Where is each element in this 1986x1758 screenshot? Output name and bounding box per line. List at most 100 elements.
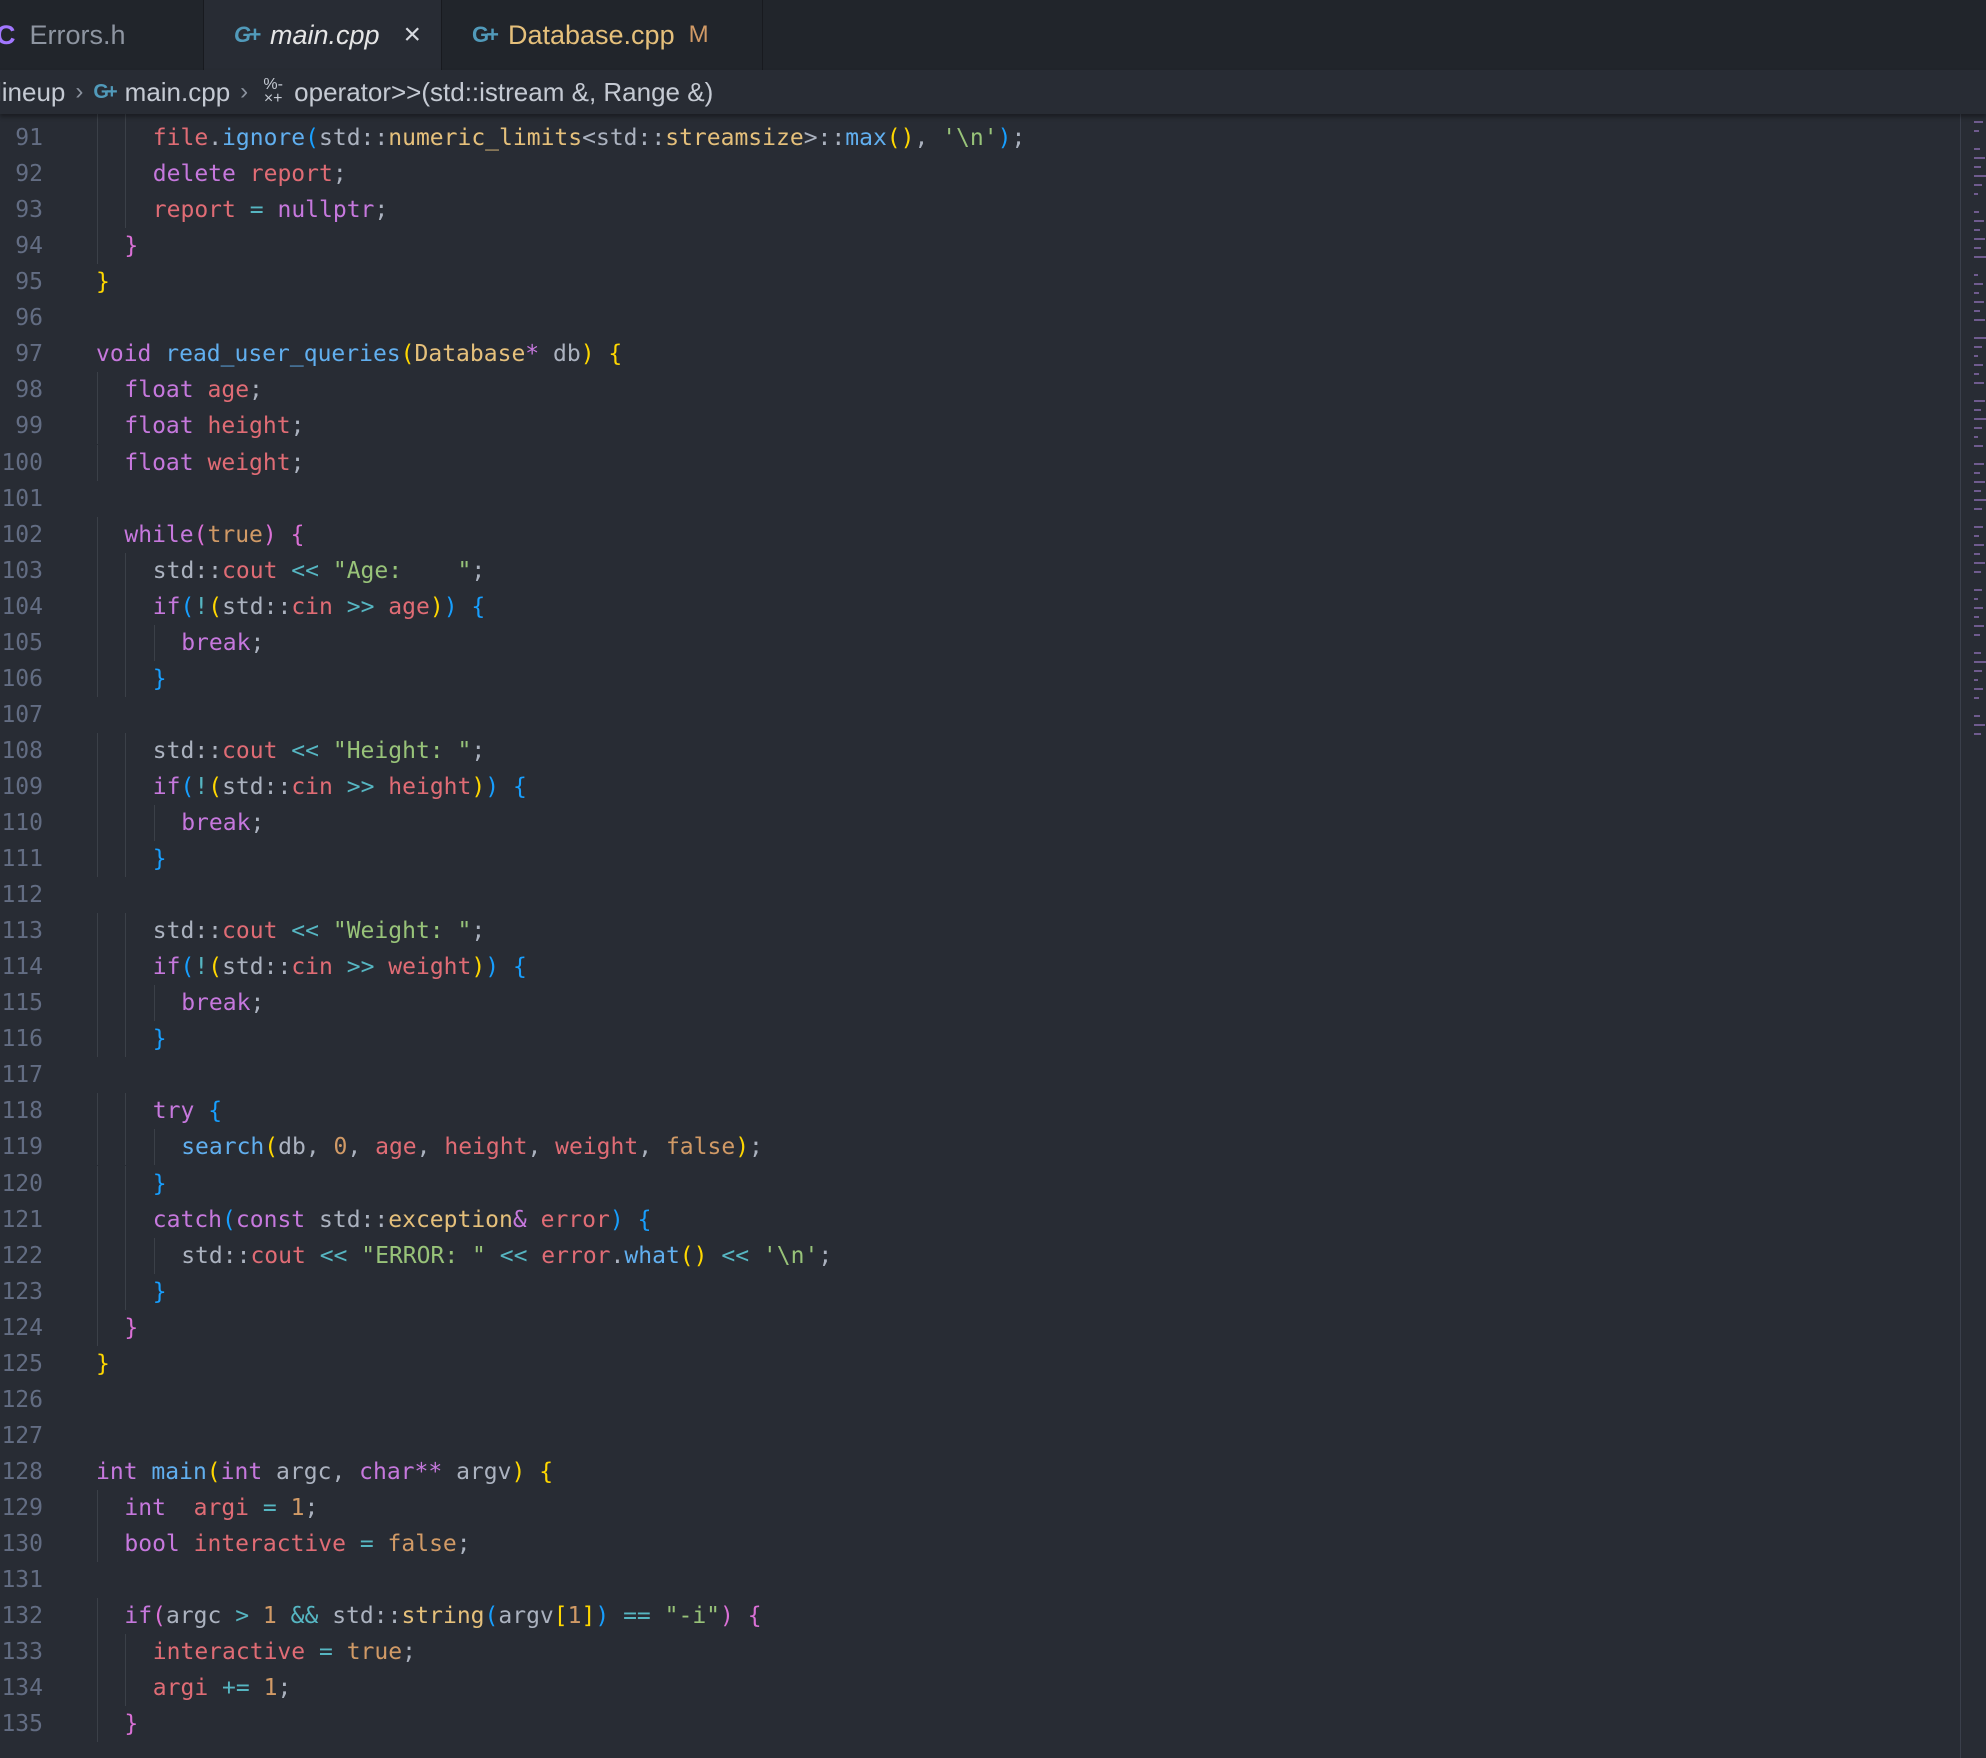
line-number[interactable]: 120 <box>1 1166 43 1202</box>
line-number[interactable]: 115 <box>1 985 43 1021</box>
code-line[interactable]: 120} <box>0 1165 1960 1202</box>
code-line[interactable]: 117 <box>0 1057 1960 1093</box>
code-line[interactable]: 113 std::cout << "Weight: "; <box>0 913 1960 950</box>
code-line[interactable]: 123} <box>0 1273 1960 1310</box>
code-line[interactable]: 114 if(!(std::cin >> weight)) { <box>0 949 1960 986</box>
code-line[interactable]: 100 float weight; <box>0 444 1960 481</box>
line-number[interactable]: 133 <box>1 1634 43 1670</box>
tab-main-cpp[interactable]: G+ main.cpp × <box>204 0 442 70</box>
code-line[interactable]: 92 delete report; <box>0 156 1960 193</box>
line-number[interactable]: 92 <box>15 156 43 192</box>
line-number[interactable]: 121 <box>1 1202 43 1238</box>
code-line[interactable]: 134 argi += 1; <box>0 1670 1960 1707</box>
code-line[interactable]: 109 if(!(std::cin >> height)) { <box>0 768 1960 805</box>
minimap[interactable] <box>1972 112 1986 742</box>
line-number[interactable]: 111 <box>1 841 43 877</box>
line-number[interactable]: 98 <box>15 372 43 408</box>
code-line[interactable]: 133 interactive = true; <box>0 1634 1960 1671</box>
code-editor[interactable]: 90// Clean up anything that was left beh… <box>0 110 1976 1758</box>
line-number[interactable]: 130 <box>1 1526 43 1562</box>
line-number[interactable]: 113 <box>1 913 43 949</box>
code-line[interactable]: 127 <box>0 1418 1960 1454</box>
line-number[interactable]: 134 <box>1 1670 43 1706</box>
line-number[interactable]: 122 <box>1 1238 43 1274</box>
code-line[interactable]: 93 report = nullptr; <box>0 192 1960 229</box>
line-number[interactable]: 126 <box>1 1382 43 1418</box>
breadcrumb-symbol[interactable]: operator>>(std::istream &, Range &) <box>294 77 713 108</box>
line-number[interactable]: 110 <box>1 805 43 841</box>
indent-guide <box>97 660 98 697</box>
line-number[interactable]: 96 <box>15 300 43 336</box>
code-line[interactable]: 119 search(db, 0, age, height, weight, fa… <box>0 1129 1960 1166</box>
line-number[interactable]: 109 <box>1 769 43 805</box>
code-line[interactable]: 112 <box>0 877 1960 913</box>
code-line[interactable]: 98 float age; <box>0 372 1960 409</box>
code-line[interactable]: 122 std::cout << "ERROR: " << error.what(… <box>0 1237 1960 1274</box>
line-number[interactable]: 100 <box>1 445 43 481</box>
line-number[interactable]: 131 <box>1 1562 43 1598</box>
line-number[interactable]: 103 <box>1 553 43 589</box>
line-number[interactable]: 124 <box>1 1310 43 1346</box>
line-number[interactable]: 117 <box>1 1057 43 1093</box>
breadcrumb-file[interactable]: main.cpp <box>125 77 231 108</box>
code-line[interactable]: 128 int main(int argc, char** argv) { <box>0 1454 1960 1490</box>
line-number[interactable]: 118 <box>1 1093 43 1129</box>
code-line[interactable]: 107 <box>0 697 1960 733</box>
tab-database-cpp[interactable]: G+ Database.cpp M <box>442 0 763 70</box>
close-icon[interactable]: × <box>404 18 422 52</box>
code-line[interactable]: 95} <box>0 264 1960 300</box>
line-number[interactable]: 107 <box>1 697 43 733</box>
code-line[interactable]: 99 float height; <box>0 408 1960 445</box>
code-line[interactable]: 130 bool interactive = false; <box>0 1526 1960 1562</box>
line-number[interactable]: 108 <box>1 733 43 769</box>
line-number[interactable]: 112 <box>1 877 43 913</box>
code-line[interactable]: 125} <box>0 1346 1960 1382</box>
code-line[interactable]: 91 file.ignore(std::numeric_limits<std::s… <box>0 120 1960 157</box>
code-line[interactable]: 96 <box>0 300 1960 336</box>
tab-errors-h[interactable]: C Errors.h <box>0 0 204 70</box>
code-line[interactable]: 124} <box>0 1309 1960 1346</box>
code-line[interactable]: 110 break; <box>0 805 1960 841</box>
line-number[interactable]: 104 <box>1 589 43 625</box>
line-number[interactable]: 101 <box>1 481 43 517</box>
line-number[interactable]: 116 <box>1 1021 43 1057</box>
line-number[interactable]: 119 <box>1 1129 43 1165</box>
line-number[interactable]: 123 <box>1 1274 43 1310</box>
code-line[interactable]: 118 try { <box>0 1093 1960 1130</box>
code-line[interactable]: 108 std::cout << "Height: "; <box>0 732 1960 769</box>
code-line[interactable]: 115 break; <box>0 985 1960 1022</box>
code-line[interactable]: 129 int argi = 1; <box>0 1489 1960 1526</box>
code-line[interactable]: 105 break; <box>0 624 1960 661</box>
code-line[interactable]: 132 if(argc > 1 && std::string(argv[1]) =… <box>0 1598 1960 1635</box>
line-number[interactable]: 129 <box>1 1490 43 1526</box>
code-line[interactable]: 116} <box>0 1021 1960 1058</box>
line-number[interactable]: 93 <box>15 192 43 228</box>
line-number[interactable]: 114 <box>1 949 43 985</box>
line-number[interactable]: 132 <box>1 1598 43 1634</box>
line-number[interactable]: 95 <box>15 264 43 300</box>
code-line[interactable]: 121 catch(const std::exception& error) { <box>0 1201 1960 1238</box>
line-number[interactable]: 91 <box>15 120 43 156</box>
code-line[interactable]: 104 if(!(std::cin >> age)) { <box>0 588 1960 625</box>
line-number[interactable]: 106 <box>1 661 43 697</box>
breadcrumb-folder[interactable]: lineup <box>0 77 65 108</box>
code-line[interactable]: 106} <box>0 660 1960 697</box>
line-number[interactable]: 135 <box>1 1706 43 1742</box>
code-line[interactable]: 111} <box>0 841 1960 878</box>
line-number[interactable]: 128 <box>1 1454 43 1490</box>
code-line[interactable]: 135} <box>0 1706 1960 1743</box>
line-number[interactable]: 94 <box>15 228 43 264</box>
code-line[interactable]: 102 while(true) { <box>0 516 1960 553</box>
line-number[interactable]: 127 <box>1 1418 43 1454</box>
code-line[interactable]: 97 void read_user_queries(Database* db) { <box>0 336 1960 372</box>
code-line[interactable]: 131 <box>0 1562 1960 1598</box>
line-number[interactable]: 125 <box>1 1346 43 1382</box>
code-line[interactable]: 126 <box>0 1382 1960 1418</box>
code-line[interactable]: 101 <box>0 481 1960 517</box>
code-line[interactable]: 94} <box>0 228 1960 265</box>
line-number[interactable]: 97 <box>15 336 43 372</box>
line-number[interactable]: 102 <box>1 517 43 553</box>
line-number[interactable]: 99 <box>15 408 43 444</box>
line-number[interactable]: 105 <box>1 625 43 661</box>
code-line[interactable]: 103 std::cout << "Age: "; <box>0 552 1960 589</box>
